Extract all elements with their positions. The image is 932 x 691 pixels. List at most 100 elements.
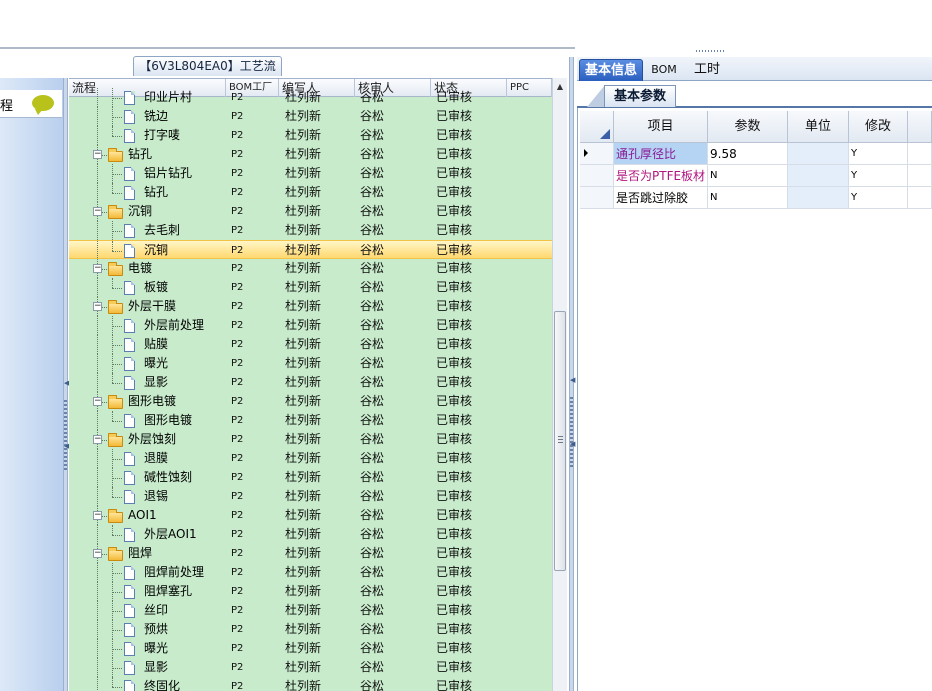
tree-step-row[interactable]: 退锡 P2 杜列新 谷松 已审核: [69, 487, 552, 506]
tree-connector-line: [112, 241, 113, 251]
cell-item[interactable]: 通孔厚径比: [614, 143, 708, 165]
parameter-row[interactable]: 是否为PTFE板材 N Y: [580, 165, 932, 187]
tree-step-row[interactable]: 图形电镀 P2 杜列新 谷松 已审核: [69, 411, 552, 430]
tab-bom[interactable]: BOM: [647, 59, 681, 81]
tree-step-row[interactable]: 曝光 P2 杜列新 谷松 已审核: [69, 639, 552, 658]
collapse-toggle-icon[interactable]: −: [93, 397, 102, 406]
cell-param[interactable]: 9.58: [708, 143, 788, 165]
tree-connector-line: [112, 421, 122, 422]
collapse-toggle-icon[interactable]: −: [93, 511, 102, 520]
row-selector[interactable]: [580, 143, 614, 165]
cell-reviewer: 谷松: [360, 565, 385, 579]
cell-bom-factory: P2: [231, 491, 244, 502]
scrollbar-thumb[interactable]: [554, 311, 566, 571]
tree-connector-line: [112, 251, 122, 252]
cell-reviewer: 谷松: [360, 90, 385, 104]
cell-reviewer: 谷松: [360, 489, 385, 503]
splitter-arrow-icon[interactable]: ◀: [570, 441, 575, 448]
cell-item[interactable]: 是否跳过除胶: [614, 187, 708, 209]
tree-folder-row[interactable]: − 沉铜 P2 杜列新 谷松 已审核: [69, 202, 552, 221]
tree-step-row[interactable]: 铣边 P2 杜列新 谷松 已审核: [69, 107, 552, 126]
tree-node-label: 钻孔: [144, 185, 169, 199]
cell-writer: 杜列新: [285, 90, 322, 104]
scroll-up-arrow-icon[interactable]: ▲: [553, 80, 567, 94]
column-header-item[interactable]: 项目: [614, 111, 708, 143]
tree-node-label: 印业片村: [144, 90, 193, 104]
tree-step-row[interactable]: 退膜 P2 杜列新 谷松 已审核: [69, 449, 552, 468]
tree-connector-line: [97, 449, 98, 468]
tree-step-row[interactable]: 去毛刺 P2 杜列新 谷松 已审核: [69, 221, 552, 240]
folder-icon: [108, 148, 123, 162]
tree-folder-row[interactable]: − 外层蚀刻 P2 杜列新 谷松 已审核: [69, 430, 552, 449]
chat-bubble-icon[interactable]: [32, 95, 54, 115]
tree-step-row[interactable]: 阻焊前处理 P2 杜列新 谷松 已审核: [69, 563, 552, 582]
tree-step-row[interactable]: 铝片钻孔 P2 杜列新 谷松 已审核: [69, 164, 552, 183]
tree-folder-row[interactable]: − 阻焊 P2 杜列新 谷松 已审核: [69, 544, 552, 563]
cell-unit[interactable]: [788, 165, 849, 187]
cell-writer: 杜列新: [285, 451, 322, 465]
parameter-row[interactable]: 通孔厚径比 9.58 Y: [580, 143, 932, 165]
collapse-toggle-icon[interactable]: −: [93, 264, 102, 273]
tree-step-row[interactable]: 终固化 P2 杜列新 谷松 已审核: [69, 677, 552, 691]
row-selector-header[interactable]: [580, 111, 614, 143]
grid-vertical-scrollbar[interactable]: ▲: [552, 78, 567, 691]
tree-step-row[interactable]: 预烘 P2 杜列新 谷松 已审核: [69, 620, 552, 639]
tree-step-row[interactable]: 贴膜 P2 杜列新 谷松 已审核: [69, 335, 552, 354]
document-icon: [124, 281, 135, 295]
tree-step-row[interactable]: 阻焊塞孔 P2 杜列新 谷松 已审核: [69, 582, 552, 601]
column-header-modify[interactable]: 修改: [849, 111, 908, 143]
row-selector[interactable]: [580, 165, 614, 187]
tree-step-row[interactable]: 显影 P2 杜列新 谷松 已审核: [69, 658, 552, 677]
column-header-param[interactable]: 参数: [708, 111, 788, 143]
cell-writer: 杜列新: [285, 299, 322, 313]
tree-step-row[interactable]: 钻孔 P2 杜列新 谷松 已审核: [69, 183, 552, 202]
cell-param[interactable]: N: [708, 187, 788, 209]
splitter-arrow-icon[interactable]: ◀: [570, 377, 575, 384]
tree-folder-row[interactable]: − 图形电镀 P2 杜列新 谷松 已审核: [69, 392, 552, 411]
column-header-unit[interactable]: 单位: [788, 111, 849, 143]
tree-connector-line: [112, 459, 122, 460]
subtab-basic-params[interactable]: 基本参数: [604, 85, 676, 107]
splitter-grip[interactable]: [64, 400, 67, 470]
tree-step-row[interactable]: 板镀 P2 杜列新 谷松 已审核: [69, 278, 552, 297]
cell-status: 已审核: [436, 622, 473, 636]
tree-connector-line: [97, 241, 98, 260]
cell-modify[interactable]: Y: [849, 187, 908, 209]
collapse-toggle-icon[interactable]: −: [93, 302, 102, 311]
collapse-toggle-icon[interactable]: −: [93, 549, 102, 558]
tree-step-row[interactable]: 曝光 P2 杜列新 谷松 已审核: [69, 354, 552, 373]
document-icon: [124, 623, 135, 637]
tree-folder-row[interactable]: − 电镀 P2 杜列新 谷松 已审核: [69, 259, 552, 278]
top-splitter-grip[interactable]: [692, 48, 752, 54]
tree-step-row[interactable]: 碱性蚀刻 P2 杜列新 谷松 已审核: [69, 468, 552, 487]
splitter-grip[interactable]: [570, 397, 573, 467]
cell-bom-factory: P2: [231, 529, 244, 540]
cell-item[interactable]: 是否为PTFE板材: [614, 165, 708, 187]
right-splitter[interactable]: ◀ ◀: [569, 57, 575, 691]
left-splitter[interactable]: ◀ ◀: [63, 78, 69, 691]
tree-step-row[interactable]: 打字唛 P2 杜列新 谷松 已审核: [69, 126, 552, 145]
collapse-toggle-icon[interactable]: −: [93, 150, 102, 159]
tree-folder-row[interactable]: − 外层干膜 P2 杜列新 谷松 已审核: [69, 297, 552, 316]
cell-unit[interactable]: [788, 187, 849, 209]
tree-folder-row[interactable]: − 钻孔 P2 杜列新 谷松 已审核: [69, 145, 552, 164]
tree-step-row[interactable]: 显影 P2 杜列新 谷松 已审核: [69, 373, 552, 392]
tree-step-row[interactable]: 丝印 P2 杜列新 谷松 已审核: [69, 601, 552, 620]
collapse-toggle-icon[interactable]: −: [93, 207, 102, 216]
cell-modify[interactable]: Y: [849, 143, 908, 165]
parameter-row[interactable]: 是否跳过除胶 N Y: [580, 187, 932, 209]
tree-step-row[interactable]: 印业片村 P2 杜列新 谷松 已审核: [69, 88, 552, 107]
process-flow-title-tab[interactable]: 【6V3L804EA0】工艺流程: [133, 56, 282, 91]
tree-step-row[interactable]: 外层AOI1 P2 杜列新 谷松 已审核: [69, 525, 552, 544]
cell-unit[interactable]: [788, 143, 849, 165]
tab-basic-info[interactable]: 基本信息: [579, 59, 643, 87]
collapse-toggle-icon[interactable]: −: [93, 435, 102, 444]
tab-work-hours[interactable]: 工时: [687, 59, 727, 81]
row-selector[interactable]: [580, 187, 614, 209]
cell-modify[interactable]: Y: [849, 165, 908, 187]
tree-step-row[interactable]: 外层前处理 P2 杜列新 谷松 已审核: [69, 316, 552, 335]
cell-reviewer: 谷松: [360, 546, 385, 560]
tree-step-row[interactable]: 沉铜 P2 杜列新 谷松 已审核: [69, 240, 552, 260]
cell-param[interactable]: N: [708, 165, 788, 187]
tree-folder-row[interactable]: − AOI1 P2 杜列新 谷松 已审核: [69, 506, 552, 525]
